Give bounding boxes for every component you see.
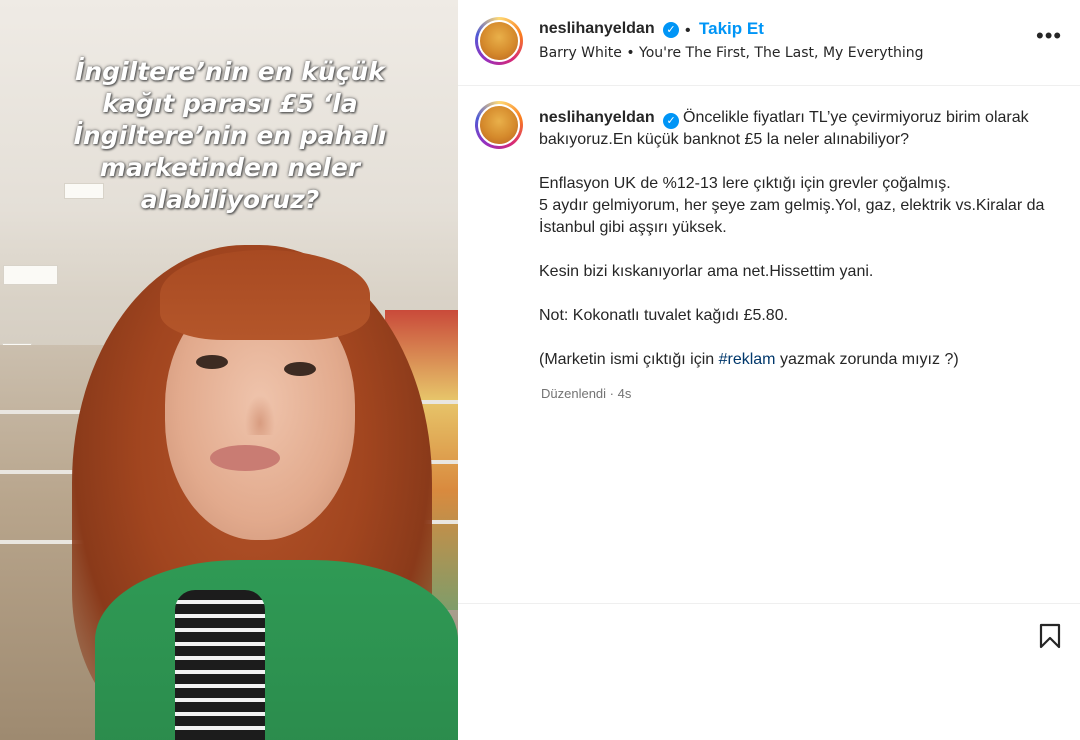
caption-paragraph: neslihanyeldan ✓ Öncelikle fiyatları TL’y… bbox=[539, 107, 1059, 151]
hashtag-link[interactable]: #reklam bbox=[719, 351, 776, 368]
post-header: neslihanyeldan ✓ • Takip Et Barry White … bbox=[458, 0, 1080, 86]
caption-username[interactable]: neslihanyeldan bbox=[539, 109, 655, 126]
avatar-image bbox=[478, 20, 520, 62]
verified-badge-icon: ✓ bbox=[663, 113, 680, 129]
bookmark-icon[interactable] bbox=[1038, 623, 1062, 649]
person-eye bbox=[284, 362, 316, 376]
post-meta: Düzenlendi · 4s bbox=[541, 386, 631, 401]
person-bangs bbox=[160, 250, 370, 340]
caption-avatar[interactable] bbox=[475, 101, 523, 149]
person-shirt bbox=[175, 590, 265, 740]
more-options-icon[interactable]: ••• bbox=[1036, 25, 1062, 47]
meta-separator: · bbox=[606, 386, 618, 401]
caption-paragraph: (Marketin ismi çıktığı için #reklam yazm… bbox=[539, 349, 1059, 371]
caption-text: yazmak zorunda mıyız ?) bbox=[775, 351, 959, 368]
person-nose bbox=[245, 395, 275, 435]
caption-paragraph: Kesin bizi kıskanıyorlar ama net.Hissett… bbox=[539, 263, 874, 280]
edited-label: Düzenlendi bbox=[541, 386, 607, 401]
post-media[interactable]: İngiltere’nin en küçük kağıt parası £5 ‘… bbox=[0, 0, 458, 740]
author-username[interactable]: neslihanyeldan bbox=[539, 20, 655, 38]
verified-badge-icon: ✓ bbox=[663, 22, 679, 38]
video-overlay-text: İngiltere’nin en küçük kağıt parası £5 ‘… bbox=[73, 57, 387, 214]
ceiling-light bbox=[3, 265, 58, 285]
follow-button[interactable]: Takip Et bbox=[699, 19, 764, 39]
person-jacket bbox=[95, 560, 458, 740]
header-separator: • bbox=[685, 22, 691, 39]
avatar-image bbox=[478, 104, 520, 146]
person-eye bbox=[196, 355, 228, 369]
audio-track[interactable]: Barry White • You're The First, The Last… bbox=[539, 45, 924, 61]
author-avatar[interactable] bbox=[475, 17, 523, 65]
post-time[interactable]: 4s bbox=[618, 386, 632, 401]
post-side-panel: neslihanyeldan ✓ • Takip Et Barry White … bbox=[458, 0, 1080, 740]
caption-paragraph: Not: Kokonatlı tuvalet kağıdı £5.80. bbox=[539, 307, 789, 324]
post-caption: neslihanyeldan ✓ Öncelikle fiyatları TL’y… bbox=[539, 107, 1059, 393]
person-mouth bbox=[210, 445, 280, 471]
caption-text: (Marketin ismi çıktığı için bbox=[539, 351, 719, 368]
caption-paragraph: Enflasyon UK de %12-13 lere çıktığı için… bbox=[539, 175, 1045, 236]
action-divider bbox=[458, 603, 1080, 604]
